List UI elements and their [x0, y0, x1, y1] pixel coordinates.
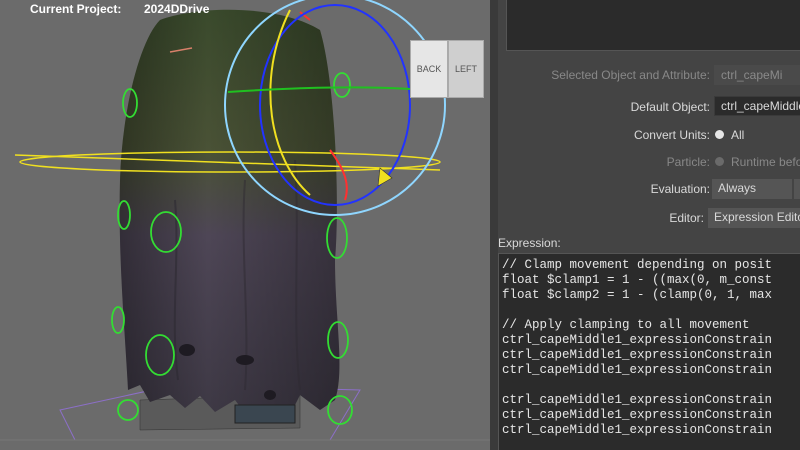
selected-attribute-field: ctrl_capeMi — [714, 65, 800, 85]
code-line: ctrl_capeMiddle1_expressionConstrain — [502, 363, 773, 377]
selected-attribute-label: Selected Object and Attribute: — [551, 68, 710, 82]
particle-runtime-label: Runtime befo — [731, 155, 800, 169]
object-list-box[interactable] — [506, 0, 800, 51]
editor-label: Editor: — [669, 211, 704, 225]
evaluation-dropdown[interactable]: Always — [712, 179, 792, 199]
viewport-3d[interactable]: Current Project: 2024DDrive BACK LEFT — [0, 0, 490, 450]
default-object-field[interactable]: ctrl_capeMiddle — [714, 96, 800, 116]
viewcube-back-face[interactable]: BACK — [410, 40, 448, 98]
code-line: float $clamp2 = 1 - (clamp(0, 1, max — [502, 288, 773, 302]
convert-units-label: Convert Units: — [633, 128, 710, 142]
viewport-header: Current Project: 2024DDrive — [0, 0, 490, 18]
code-line: ctrl_capeMiddle1_expressionConstrain — [502, 393, 773, 407]
current-project-label: Current Project: — [30, 2, 122, 16]
current-project-value: 2024DDrive — [144, 2, 210, 16]
expression-text-area[interactable]: // Clamp movement depending on posit flo… — [498, 253, 800, 450]
code-line: ctrl_capeMiddle1_expressionConstrain — [502, 423, 773, 437]
viewcube-left-face[interactable]: LEFT — [448, 40, 484, 98]
evaluation-label: Evaluation: — [650, 182, 710, 196]
code-line: ctrl_capeMiddle1_expressionConstrain — [502, 333, 773, 347]
expression-label: Expression: — [498, 236, 561, 250]
evaluation-dropdown-arrow[interactable] — [794, 179, 800, 199]
view-cube[interactable]: BACK LEFT — [410, 40, 486, 102]
particle-label: Particle: — [666, 155, 710, 169]
expression-editor-panel: Selected Object and Attribute: ctrl_cape… — [498, 0, 800, 450]
code-line: ctrl_capeMiddle1_expressionConstrain — [502, 348, 773, 362]
editor-dropdown[interactable]: Expression Edito — [708, 208, 800, 228]
code-line: ctrl_capeMiddle1_expressionConstrain — [502, 408, 773, 422]
code-line: float $clamp1 = 1 - ((max(0, m_const — [502, 273, 773, 287]
particle-runtime-radio — [715, 157, 724, 166]
code-line: // Apply clamping to all movement — [502, 318, 750, 332]
panel-splitter[interactable] — [490, 0, 498, 450]
convert-units-all-radio[interactable] — [715, 130, 724, 139]
code-line: // Clamp movement depending on posit — [502, 258, 773, 272]
default-object-label: Default Object: — [630, 100, 710, 114]
convert-units-all-label: All — [731, 128, 745, 142]
